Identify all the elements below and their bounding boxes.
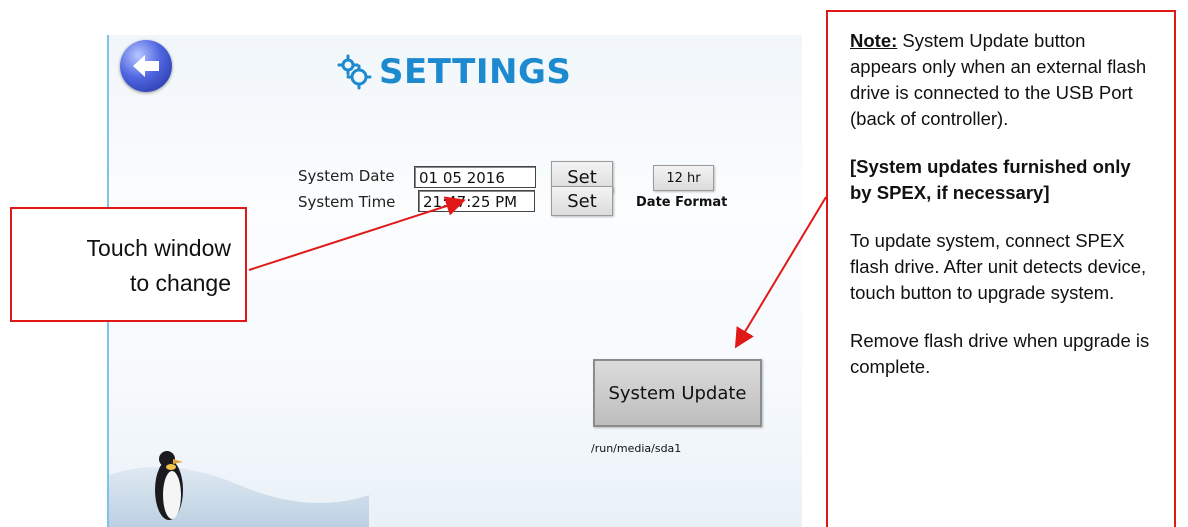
date-format-label: Date Format [636, 195, 728, 210]
system-time-label: System Time [298, 193, 396, 211]
page-title-text: SETTINGS [379, 52, 572, 92]
back-button[interactable] [120, 40, 172, 92]
callout-left-line2: to change [129, 270, 231, 296]
media-path-label: /run/media/sda1 [591, 442, 682, 455]
system-date-field[interactable]: 01 05 2016 [414, 166, 536, 188]
remove-instructions: Remove flash drive when upgrade is compl… [850, 330, 1150, 377]
system-time-field[interactable]: 21:47:25 PM [418, 190, 535, 212]
touch-window-callout: Touch window to change [10, 207, 247, 322]
callout-left-line1: Touch window [86, 235, 231, 261]
page-title: SETTINGS [337, 46, 571, 98]
bold-notice: [System updates furnished only by SPEX, … [850, 156, 1131, 203]
update-instructions: To update system, connect SPEX flash dri… [850, 230, 1147, 303]
system-update-note-callout: Note: System Update button appears only … [826, 10, 1176, 527]
note-label: Note: [850, 30, 898, 51]
back-arrow-icon [133, 55, 159, 77]
system-date-label: System Date [298, 167, 395, 185]
system-update-button[interactable]: System Update [593, 359, 762, 427]
note-paragraph: Note: System Update button appears only … [850, 28, 1154, 132]
penguin-background-image [109, 451, 369, 527]
set-time-button[interactable]: Set [551, 186, 613, 216]
hour-format-button[interactable]: 12 hr [653, 165, 714, 191]
gears-icon [337, 54, 372, 90]
